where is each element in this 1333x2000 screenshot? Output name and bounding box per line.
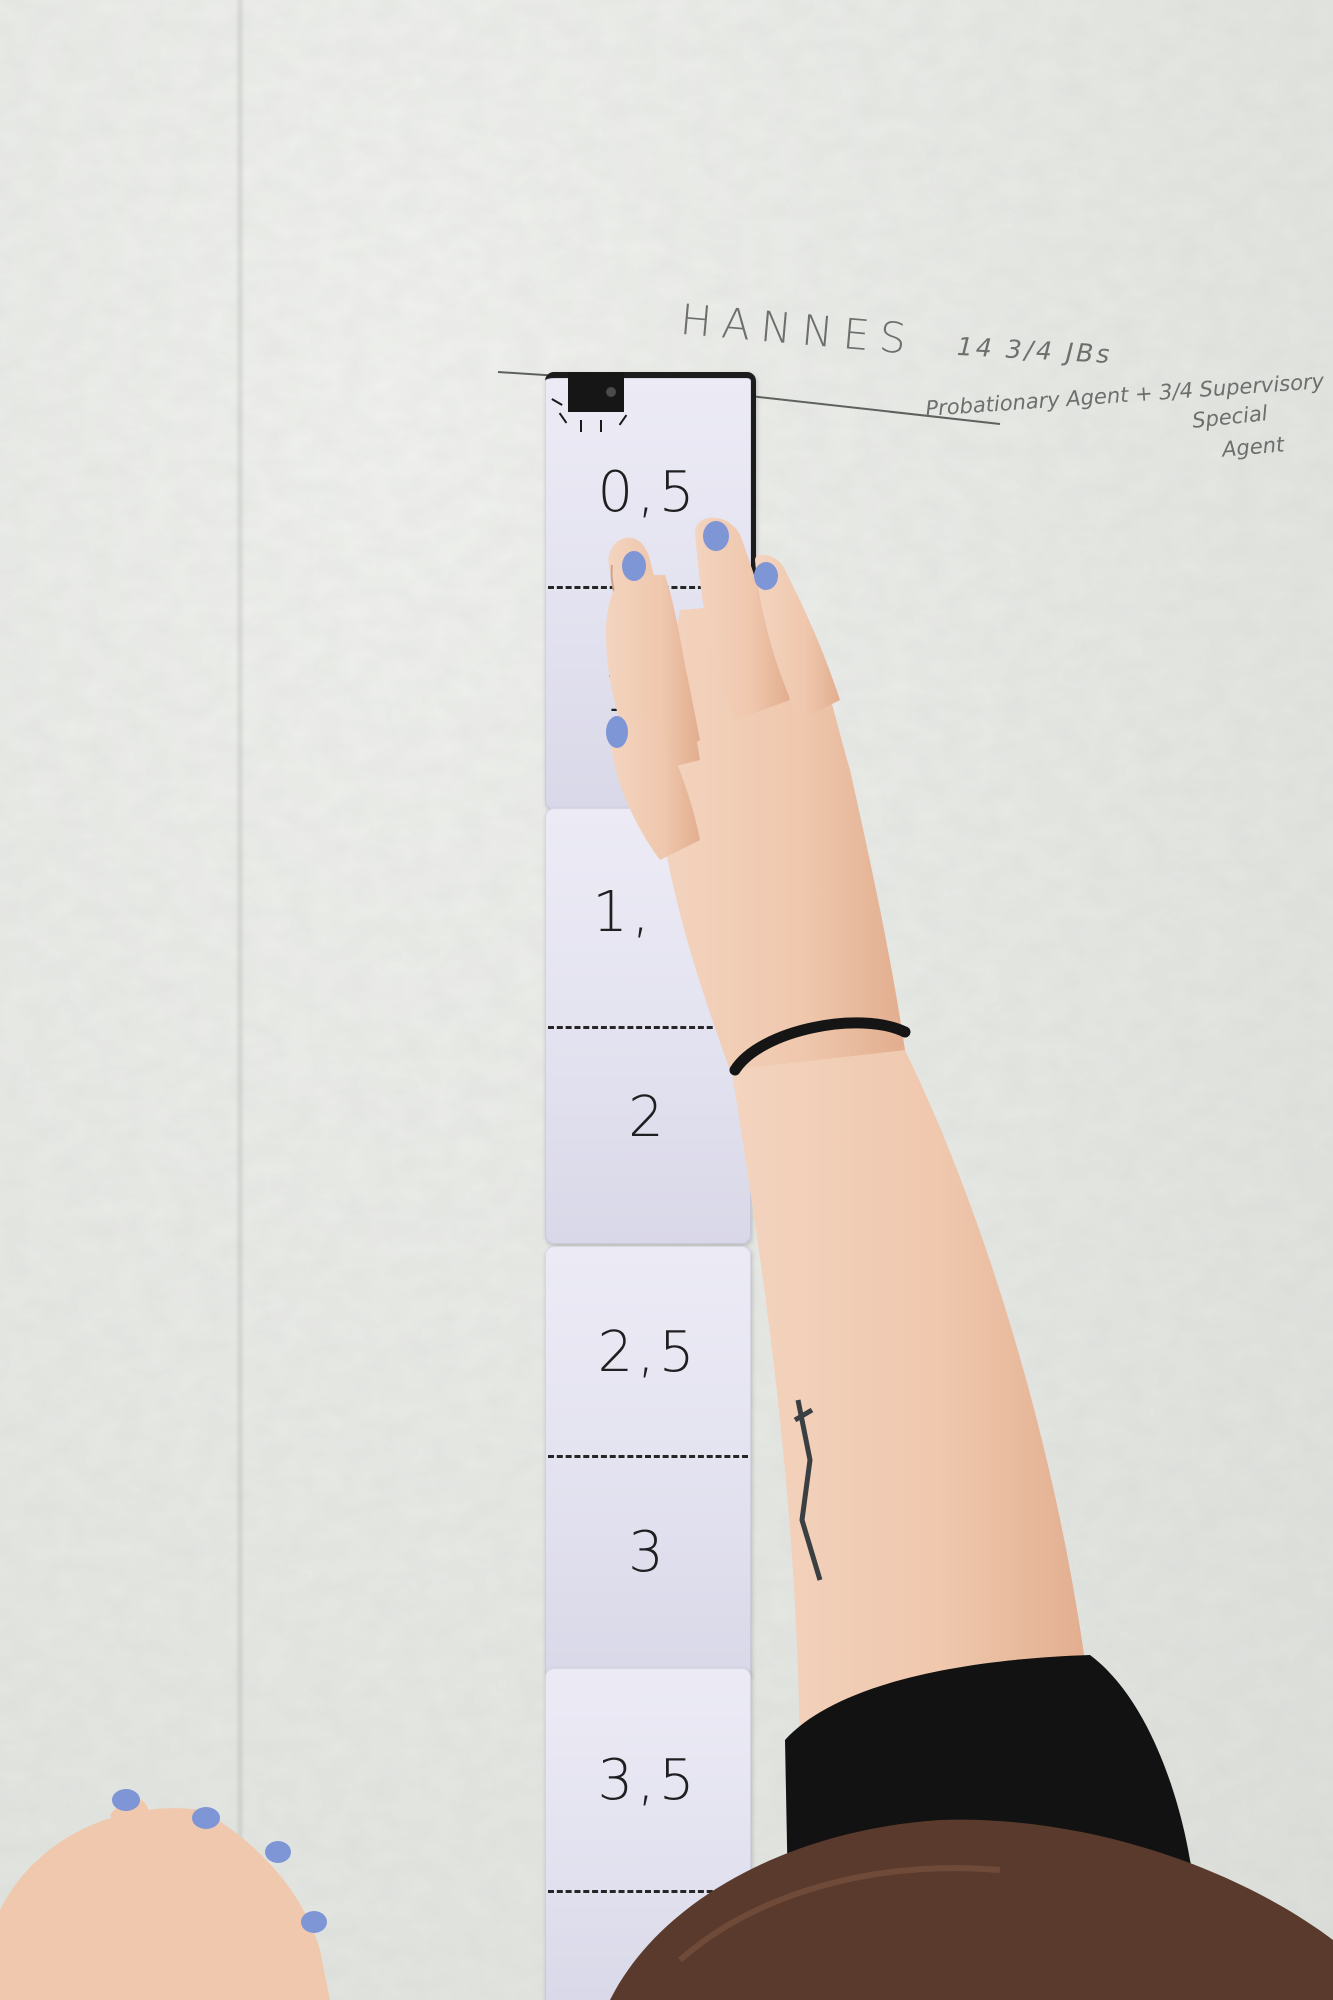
photo-scene: HANNES 14 3/4 JBs Probationary Agent + 3… bbox=[0, 0, 1333, 2000]
arm-and-hand bbox=[0, 517, 1333, 2000]
